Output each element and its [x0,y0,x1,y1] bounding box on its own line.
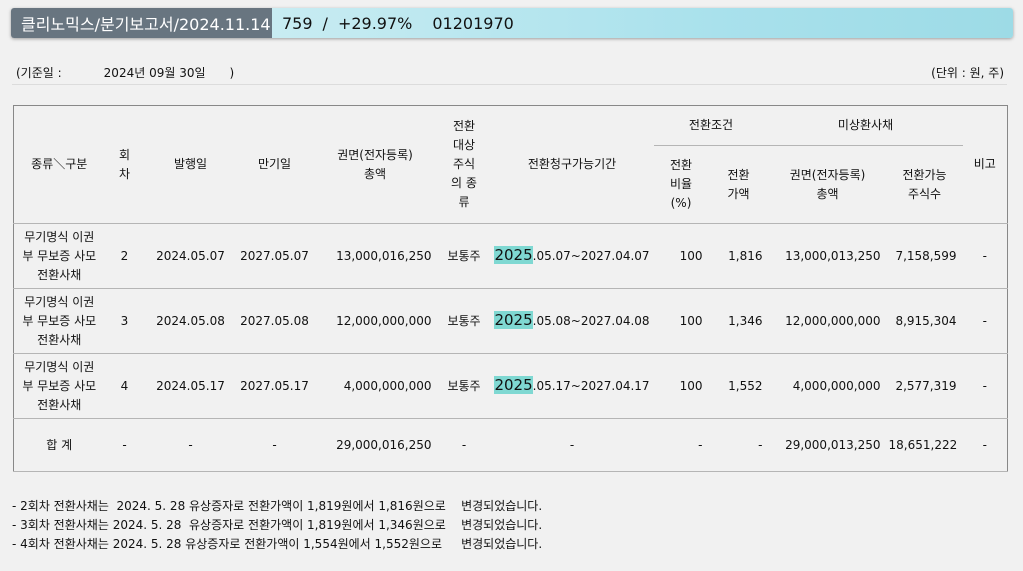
unit-label: (단위 : 원, 주) [931,66,1004,80]
footnote: - 4회차 전환사채는 2024. 5. 28 유상증자로 전환가액이 1,55… [12,537,543,551]
cell-issue-date: - [144,418,237,472]
footnote: - 2회차 전환사채는 2024. 5. 28 유상증자로 전환가액이 1,81… [12,499,543,513]
total-row: 합 계 - - - 29,000,016,250 - - - - 29,000,… [13,418,1008,472]
header-unredeemed-face: 권면(전자등록) 총액 [768,145,887,224]
header-unredeemed: 미상환사채 [768,105,963,146]
header-conditions: 전환조건 [653,105,769,146]
header-target-shares: 전환 대상 주식 의 종류 [437,105,491,224]
cell-unredeemed-face: 29,000,013,250 [768,418,887,472]
report-title: 클리노믹스/분기보고서/2024.11.14 [11,8,272,38]
cell-maturity: 2027.05.08 [236,288,313,354]
header-remarks: 비고 [962,105,1008,224]
cell-remarks: - [962,353,1008,419]
cell-conv-price: - [708,418,769,472]
header-maturity: 만기일 [236,105,313,224]
cell-type: 무기명식 이권 부 무보증 사모 전환사채 [13,288,105,354]
header-type: 종류＼구분 [13,105,105,224]
cell-round: 2 [104,223,145,289]
stock-info: 759 / +29.97% 01201970 [272,8,1013,38]
cell-period: 2025.05.07~2027.04.07 [490,223,654,289]
cell-remarks: - [962,223,1008,289]
header-ratio: 전환 비율 (%) [653,145,709,224]
cell-issue-date: 2024.05.08 [144,288,237,354]
divider [12,84,1007,85]
cell-unredeemed-face: 12,000,000,000 [768,288,887,354]
base-date-line: (기준일 : 2024년 09월 30일) [16,64,234,81]
report-header: 클리노믹스/분기보고서/2024.11.14 759 / +29.97% 012… [11,8,1013,38]
table-row: 무기명식 이권 부 무보증 사모 전환사채 2 2024.05.07 2027.05… [13,223,1008,289]
cell-maturity: 2027.05.07 [236,223,313,289]
stock-code: 01201970 [432,13,514,33]
cell-target: 보통주 [437,223,491,289]
cell-face-total: 4,000,000,000 [312,353,438,419]
cell-convertible-shares: 8,915,304 [886,288,963,354]
header-face-total: 권면(전자등록) 총액 [312,105,438,224]
stock-price: 759 [282,13,313,33]
highlight-year: 2025 [494,246,533,264]
cell-convertible-shares: 2,577,319 [886,353,963,419]
table-row: 무기명식 이권 부 무보증 사모 전환사채 3 2024.05.08 2027.05… [13,288,1008,354]
cell-convertible-shares: 18,651,222 [886,418,963,472]
cell-remarks: - [962,288,1008,354]
convertible-bond-table: 종류＼구분 회차 발행일 만기일 권면(전자등록) 총액 전환 대상 주식 의 종류 전… [13,105,1009,472]
price-change: +29.97% [337,13,413,33]
highlight-year: 2025 [494,376,533,394]
base-date-label: (기준일 : [16,66,62,80]
footnote: - 3회차 전환사채는 2024. 5. 28 유상증자로 전환가액이 1,81… [12,518,543,532]
cell-ratio: 100 [653,288,709,354]
cell-issue-date: 2024.05.17 [144,353,237,419]
cell-target: - [437,418,491,472]
cell-target: 보통주 [437,288,491,354]
cell-remarks: - [962,418,1008,472]
cell-face-total: 29,000,016,250 [312,418,438,472]
highlight-year: 2025 [494,311,533,329]
cell-type: 무기명식 이권 부 무보증 사모 전환사채 [13,353,105,419]
cell-ratio: - [653,418,709,472]
table-row: 무기명식 이권 부 무보증 사모 전환사채 4 2024.05.17 2027.05… [13,353,1008,419]
base-date: 2024년 09월 30일 [103,66,206,80]
cell-period: - [490,418,654,472]
cell-convertible-shares: 7,158,599 [886,223,963,289]
cell-face-total: 13,000,016,250 [312,223,438,289]
cell-maturity: - [236,418,313,472]
header-conv-price: 전환 가액 [708,145,769,224]
cell-total-label: 합 계 [13,418,105,472]
header-period: 전환청구가능기간 [490,105,654,224]
cell-conv-price: 1,552 [708,353,769,419]
cell-round: 3 [104,288,145,354]
cell-conv-price: 1,346 [708,288,769,354]
cell-round: - [104,418,145,472]
cell-target: 보통주 [437,353,491,419]
base-date-close: ) [229,66,235,80]
cell-type: 무기명식 이권 부 무보증 사모 전환사채 [13,223,105,289]
cell-unredeemed-face: 13,000,013,250 [768,223,887,289]
cell-conv-price: 1,816 [708,223,769,289]
header-round: 회차 [104,105,145,224]
header-convertible-shares: 전환가능 주식수 [886,145,963,224]
cell-face-total: 12,000,000,000 [312,288,438,354]
cell-ratio: 100 [653,353,709,419]
footnotes: - 2회차 전환사채는 2024. 5. 28 유상증자로 전환가액이 1,81… [12,497,542,554]
cell-maturity: 2027.05.17 [236,353,313,419]
cell-period: 2025.05.08~2027.04.08 [490,288,654,354]
cell-period: 2025.05.17~2027.04.17 [490,353,654,419]
header-issue-date: 발행일 [144,105,237,224]
cell-ratio: 100 [653,223,709,289]
price-separator: / [322,13,328,33]
cell-unredeemed-face: 4,000,000,000 [768,353,887,419]
cell-round: 4 [104,353,145,419]
cell-issue-date: 2024.05.07 [144,223,237,289]
